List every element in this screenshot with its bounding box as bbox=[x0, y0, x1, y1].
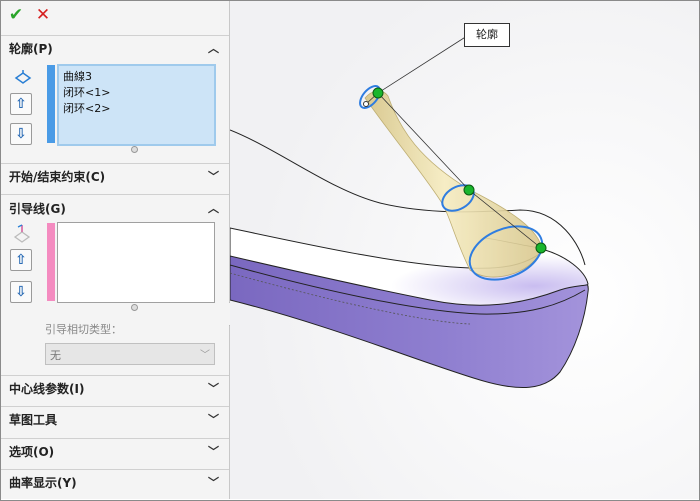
profile-section-header[interactable]: 轮廓(P) ︿ bbox=[1, 36, 229, 62]
guide-curve-icon bbox=[13, 224, 31, 243]
guides-section-title: 引导线(G) bbox=[9, 202, 66, 216]
arrow-down-icon: ⇩ bbox=[15, 284, 27, 300]
arrow-up-icon: ⇧ bbox=[15, 252, 27, 268]
options-section-title: 选项(O) bbox=[9, 445, 55, 459]
chevron-down-icon[interactable]: ﹀ bbox=[208, 470, 219, 496]
resize-handle[interactable] bbox=[131, 304, 138, 311]
profile-color-bar bbox=[47, 65, 55, 143]
resize-handle[interactable] bbox=[131, 146, 138, 153]
chevron-down-icon[interactable]: ﹀ bbox=[208, 407, 219, 433]
sketch-tools-section-title: 草图工具 bbox=[9, 413, 58, 427]
chevron-up-icon[interactable]: ︿ bbox=[208, 36, 219, 62]
model-view[interactable] bbox=[230, 1, 699, 499]
chevron-down-icon[interactable]: ﹀ bbox=[208, 439, 219, 465]
profile-section-title: 轮廓(P) bbox=[9, 42, 53, 56]
ok-cancel-bar: ✔ ✕ bbox=[1, 1, 229, 31]
connector-point[interactable] bbox=[535, 242, 547, 254]
chevron-down-icon[interactable]: ﹀ bbox=[208, 164, 219, 190]
profile-icon bbox=[14, 70, 32, 84]
list-item[interactable]: 曲線3 bbox=[63, 68, 92, 84]
guides-list[interactable] bbox=[57, 222, 215, 303]
sketch-tools-section-header[interactable]: 草图工具 ﹀ bbox=[1, 407, 229, 433]
chevron-up-icon[interactable]: ︿ bbox=[208, 196, 219, 222]
tangency-type-select[interactable]: 无 ﹀ bbox=[45, 343, 215, 365]
check-icon[interactable]: ✔ bbox=[7, 6, 25, 24]
centerline-section-title: 中心线参数(I) bbox=[9, 382, 85, 396]
guides-color-bar bbox=[47, 223, 55, 301]
chevron-down-icon: ﹀ bbox=[200, 350, 210, 361]
move-up-button[interactable]: ⇧ bbox=[10, 93, 32, 115]
tangency-type-value: 无 bbox=[50, 349, 61, 362]
tangency-type-label: 引导相切类型： bbox=[45, 323, 122, 336]
arrow-up-icon: ⇧ bbox=[15, 96, 27, 112]
profile-list[interactable]: 曲線3 闭环<1> 闭环<2> bbox=[57, 64, 216, 146]
connector-point[interactable] bbox=[372, 87, 384, 99]
move-down-button[interactable]: ⇩ bbox=[10, 281, 32, 303]
move-up-button[interactable]: ⇧ bbox=[10, 249, 32, 271]
curvature-section-title: 曲率显示(Y) bbox=[9, 476, 77, 490]
callout-anchor bbox=[363, 101, 369, 107]
chevron-down-icon[interactable]: ﹀ bbox=[208, 376, 219, 402]
arrow-down-icon: ⇩ bbox=[15, 126, 27, 142]
profile-callout[interactable]: 轮廓 bbox=[464, 23, 510, 47]
close-icon[interactable]: ✕ bbox=[34, 6, 52, 24]
graphics-viewport[interactable]: 轮廓 bbox=[230, 1, 699, 499]
divider bbox=[1, 194, 229, 195]
start-end-section-header[interactable]: 开始/结束约束(C) ﹀ bbox=[1, 164, 229, 190]
centerline-section-header[interactable]: 中心线参数(I) ﹀ bbox=[1, 376, 229, 402]
guides-section-header[interactable]: 引导线(G) ︿ bbox=[1, 196, 229, 222]
property-manager: ✔ ✕ 轮廓(P) ︿ ⇧ ⇩ 曲線3 闭环<1> 闭环<2> 开始/结束约束(… bbox=[1, 1, 230, 499]
list-item[interactable]: 闭环<2> bbox=[63, 100, 110, 116]
start-end-section-title: 开始/结束约束(C) bbox=[9, 170, 106, 184]
options-section-header[interactable]: 选项(O) ﹀ bbox=[1, 439, 229, 465]
move-down-button[interactable]: ⇩ bbox=[10, 123, 32, 145]
profile-callout-label: 轮廓 bbox=[476, 28, 498, 41]
connector-point[interactable] bbox=[463, 184, 475, 196]
curvature-section-header[interactable]: 曲率显示(Y) ﹀ bbox=[1, 470, 229, 496]
list-item[interactable]: 闭环<1> bbox=[63, 84, 110, 100]
